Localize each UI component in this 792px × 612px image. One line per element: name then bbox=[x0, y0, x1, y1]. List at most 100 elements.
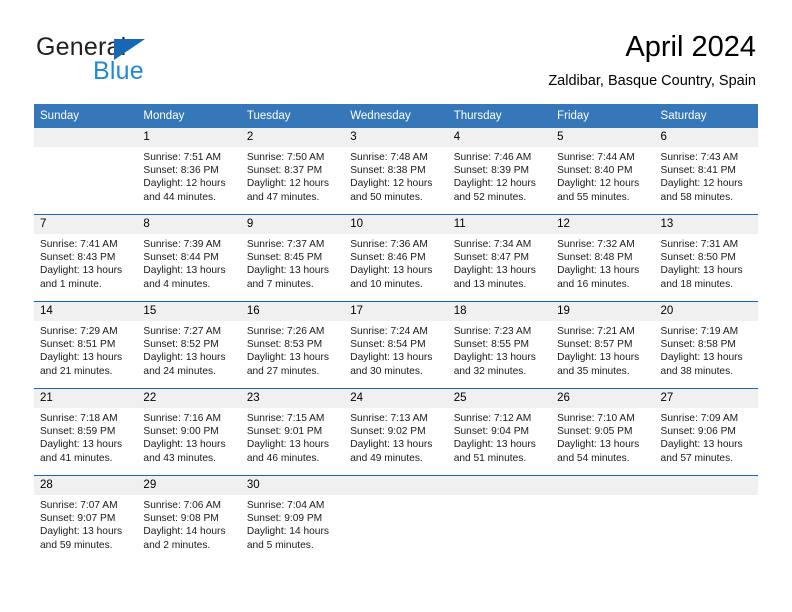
calendar-week-row: 28 Sunrise: 7:07 AM Sunset: 9:07 PM Dayligh… bbox=[34, 475, 758, 562]
day-details: Sunrise: 7:27 AM Sunset: 8:52 PM Daylight:… bbox=[137, 321, 240, 378]
day-number: 26 bbox=[551, 389, 655, 408]
sunrise-text: Sunrise: 7:48 AM bbox=[350, 152, 428, 163]
sunset-text: Sunset: 8:47 PM bbox=[453, 252, 530, 264]
calendar-day-cell[interactable]: 14 Sunrise: 7:29 AM Sunset: 8:51 PM Dayligh… bbox=[34, 301, 138, 389]
day-details: Sunrise: 7:24 AM Sunset: 8:54 PM Daylight:… bbox=[344, 321, 447, 378]
calendar-day-cell[interactable]: 8 Sunrise: 7:39 AM Sunset: 8:44 PM Daylight… bbox=[137, 214, 241, 302]
day-cell-inner: 20 Sunrise: 7:19 AM Sunset: 8:58 PM Dayligh… bbox=[654, 302, 758, 388]
day-number bbox=[34, 128, 138, 147]
day-number: 5 bbox=[551, 128, 655, 147]
sunrise-text: Sunrise: 7:36 AM bbox=[350, 239, 428, 250]
calendar-week-row: 7 Sunrise: 7:41 AM Sunset: 8:43 PM Daylight… bbox=[34, 214, 758, 302]
calendar-day-cell[interactable]: 26 Sunrise: 7:10 AM Sunset: 9:05 PM Dayligh… bbox=[551, 388, 655, 476]
day-details: Sunrise: 7:29 AM Sunset: 8:51 PM Daylight:… bbox=[34, 321, 137, 378]
sunrise-text: Sunrise: 7:23 AM bbox=[453, 326, 532, 337]
brand-logo[interactable]: General Blue bbox=[36, 33, 236, 91]
calendar-day-cell[interactable]: 10 Sunrise: 7:36 AM Sunset: 8:46 PM Dayligh… bbox=[344, 214, 448, 302]
day-number: 19 bbox=[551, 302, 655, 321]
daylight-text-line1: Daylight: 13 hours bbox=[660, 439, 743, 451]
day-number: 13 bbox=[654, 215, 758, 234]
calendar-day-cell[interactable]: 23 Sunrise: 7:15 AM Sunset: 9:01 PM Dayligh… bbox=[240, 388, 345, 476]
calendar-day-cell[interactable]: 13 Sunrise: 7:31 AM Sunset: 8:50 PM Dayligh… bbox=[654, 214, 758, 302]
day-cell-inner: 21 Sunrise: 7:18 AM Sunset: 8:59 PM Dayligh… bbox=[34, 389, 138, 475]
calendar-day-cell[interactable]: 9 Sunrise: 7:37 AM Sunset: 8:45 PM Daylight… bbox=[240, 214, 345, 302]
calendar-day-cell[interactable]: 16 Sunrise: 7:26 AM Sunset: 8:53 PM Dayligh… bbox=[240, 301, 345, 389]
sunrise-text: Sunrise: 7:43 AM bbox=[660, 152, 739, 163]
calendar-day-cell[interactable]: 11 Sunrise: 7:34 AM Sunset: 8:47 PM Dayligh… bbox=[447, 214, 552, 302]
calendar-day-cell[interactable]: 28 Sunrise: 7:07 AM Sunset: 9:07 PM Dayligh… bbox=[34, 475, 138, 562]
day-cell-inner: 4 Sunrise: 7:46 AM Sunset: 8:39 PM Daylight… bbox=[447, 128, 552, 214]
calendar-day-cell[interactable]: 21 Sunrise: 7:18 AM Sunset: 8:59 PM Dayligh… bbox=[34, 388, 138, 476]
sunset-text: Sunset: 8:43 PM bbox=[40, 252, 116, 264]
sunset-text: Sunset: 9:09 PM bbox=[246, 513, 323, 525]
daylight-text-line1: Daylight: 13 hours bbox=[660, 265, 743, 277]
day-number: 18 bbox=[447, 302, 552, 321]
calendar-day-cell[interactable]: 22 Sunrise: 7:16 AM Sunset: 9:00 PM Dayligh… bbox=[137, 388, 241, 476]
day-cell-inner bbox=[34, 128, 138, 214]
day-details: Sunrise: 7:07 AM Sunset: 9:07 PM Daylight:… bbox=[34, 495, 137, 552]
sunset-text: Sunset: 8:52 PM bbox=[143, 339, 219, 351]
day-cell-inner: 8 Sunrise: 7:39 AM Sunset: 8:44 PM Daylight… bbox=[137, 215, 241, 301]
day-cell-inner: 6 Sunrise: 7:43 AM Sunset: 8:41 PM Daylight… bbox=[654, 128, 758, 214]
daylight-text-line1: Daylight: 13 hours bbox=[143, 439, 226, 451]
calendar-day-cell[interactable]: 29 Sunrise: 7:06 AM Sunset: 9:08 PM Dayligh… bbox=[137, 475, 241, 562]
day-details: Sunrise: 7:12 AM Sunset: 9:04 PM Daylight:… bbox=[448, 408, 551, 465]
calendar-day-cell[interactable]: 17 Sunrise: 7:24 AM Sunset: 8:54 PM Dayligh… bbox=[344, 301, 448, 389]
calendar-day-cell[interactable]: 24 Sunrise: 7:13 AM Sunset: 9:02 PM Dayligh… bbox=[344, 388, 448, 476]
sunrise-text: Sunrise: 7:15 AM bbox=[246, 413, 325, 424]
calendar-day-cell[interactable]: 25 Sunrise: 7:12 AM Sunset: 9:04 PM Dayligh… bbox=[447, 388, 552, 476]
daylight-text-line2: and 43 minutes. bbox=[143, 452, 216, 464]
weekday-header-sunday: Sunday bbox=[34, 104, 138, 128]
daylight-text-line2: and 47 minutes. bbox=[246, 191, 320, 203]
day-cell-inner: 25 Sunrise: 7:12 AM Sunset: 9:04 PM Dayligh… bbox=[447, 389, 552, 475]
day-details: Sunrise: 7:43 AM Sunset: 8:41 PM Daylight:… bbox=[655, 147, 758, 204]
calendar-day-cell[interactable]: 7 Sunrise: 7:41 AM Sunset: 8:43 PM Daylight… bbox=[34, 214, 138, 302]
day-cell-inner: 5 Sunrise: 7:44 AM Sunset: 8:40 PM Daylight… bbox=[551, 128, 655, 214]
sunset-text: Sunset: 8:48 PM bbox=[557, 252, 633, 264]
day-number: 27 bbox=[654, 389, 758, 408]
daylight-text-line2: and 13 minutes. bbox=[453, 278, 527, 290]
day-number bbox=[447, 476, 552, 495]
calendar-day-cell[interactable]: 15 Sunrise: 7:27 AM Sunset: 8:52 PM Dayligh… bbox=[137, 301, 241, 389]
calendar-day-cell[interactable]: 3 Sunrise: 7:48 AM Sunset: 8:38 PM Daylight… bbox=[344, 128, 448, 215]
sunset-text: Sunset: 8:55 PM bbox=[453, 339, 530, 351]
calendar-day-cell[interactable]: 19 Sunrise: 7:21 AM Sunset: 8:57 PM Dayligh… bbox=[551, 301, 655, 389]
calendar-day-cell[interactable]: 27 Sunrise: 7:09 AM Sunset: 9:06 PM Dayligh… bbox=[654, 388, 758, 476]
daylight-text-line1: Daylight: 12 hours bbox=[660, 178, 743, 190]
calendar-day-cell[interactable]: 30 Sunrise: 7:04 AM Sunset: 9:09 PM Dayligh… bbox=[240, 475, 345, 562]
day-details: Sunrise: 7:39 AM Sunset: 8:44 PM Daylight:… bbox=[137, 234, 240, 291]
day-number: 6 bbox=[654, 128, 758, 147]
sunset-text: Sunset: 8:45 PM bbox=[246, 252, 323, 264]
daylight-text-line1: Daylight: 13 hours bbox=[350, 265, 433, 277]
day-details: Sunrise: 7:41 AM Sunset: 8:43 PM Daylight:… bbox=[34, 234, 137, 291]
daylight-text-line2: and 32 minutes. bbox=[453, 365, 527, 377]
day-number: 25 bbox=[447, 389, 552, 408]
daylight-text-line2: and 35 minutes. bbox=[557, 365, 630, 377]
day-details: Sunrise: 7:34 AM Sunset: 8:47 PM Daylight:… bbox=[448, 234, 551, 291]
daylight-text-line1: Daylight: 13 hours bbox=[350, 439, 433, 451]
calendar-day-cell[interactable]: 2 Sunrise: 7:50 AM Sunset: 8:37 PM Daylight… bbox=[240, 128, 345, 215]
day-number: 14 bbox=[34, 302, 138, 321]
sunset-text: Sunset: 9:07 PM bbox=[40, 513, 116, 525]
sunset-text: Sunset: 8:59 PM bbox=[40, 426, 116, 438]
day-number: 15 bbox=[137, 302, 241, 321]
calendar-day-cell[interactable]: 12 Sunrise: 7:32 AM Sunset: 8:48 PM Dayligh… bbox=[551, 214, 655, 302]
day-cell-inner: 15 Sunrise: 7:27 AM Sunset: 8:52 PM Dayligh… bbox=[137, 302, 241, 388]
daylight-text-line1: Daylight: 12 hours bbox=[350, 178, 433, 190]
daylight-text-line2: and 41 minutes. bbox=[40, 452, 113, 464]
day-number: 2 bbox=[240, 128, 345, 147]
calendar-day-cell[interactable]: 18 Sunrise: 7:23 AM Sunset: 8:55 PM Dayligh… bbox=[447, 301, 552, 389]
day-details: Sunrise: 7:44 AM Sunset: 8:40 PM Daylight:… bbox=[551, 147, 654, 204]
day-cell-inner: 12 Sunrise: 7:32 AM Sunset: 8:48 PM Dayligh… bbox=[551, 215, 655, 301]
sunset-text: Sunset: 9:08 PM bbox=[143, 513, 219, 525]
day-number bbox=[551, 476, 655, 495]
calendar-day-cell[interactable]: 5 Sunrise: 7:44 AM Sunset: 8:40 PM Daylight… bbox=[551, 128, 655, 215]
day-cell-inner: 17 Sunrise: 7:24 AM Sunset: 8:54 PM Dayligh… bbox=[344, 302, 448, 388]
daylight-text-line2: and 46 minutes. bbox=[246, 452, 320, 464]
calendar-day-cell[interactable]: 20 Sunrise: 7:19 AM Sunset: 8:58 PM Dayligh… bbox=[654, 301, 758, 389]
calendar-day-cell[interactable]: 6 Sunrise: 7:43 AM Sunset: 8:41 PM Daylight… bbox=[654, 128, 758, 215]
calendar-day-cell[interactable]: 4 Sunrise: 7:46 AM Sunset: 8:39 PM Daylight… bbox=[447, 128, 552, 215]
day-number bbox=[654, 476, 758, 495]
day-cell-inner: 24 Sunrise: 7:13 AM Sunset: 9:02 PM Dayligh… bbox=[344, 389, 448, 475]
calendar-day-cell[interactable]: 1 Sunrise: 7:51 AM Sunset: 8:36 PM Daylight… bbox=[137, 128, 241, 215]
